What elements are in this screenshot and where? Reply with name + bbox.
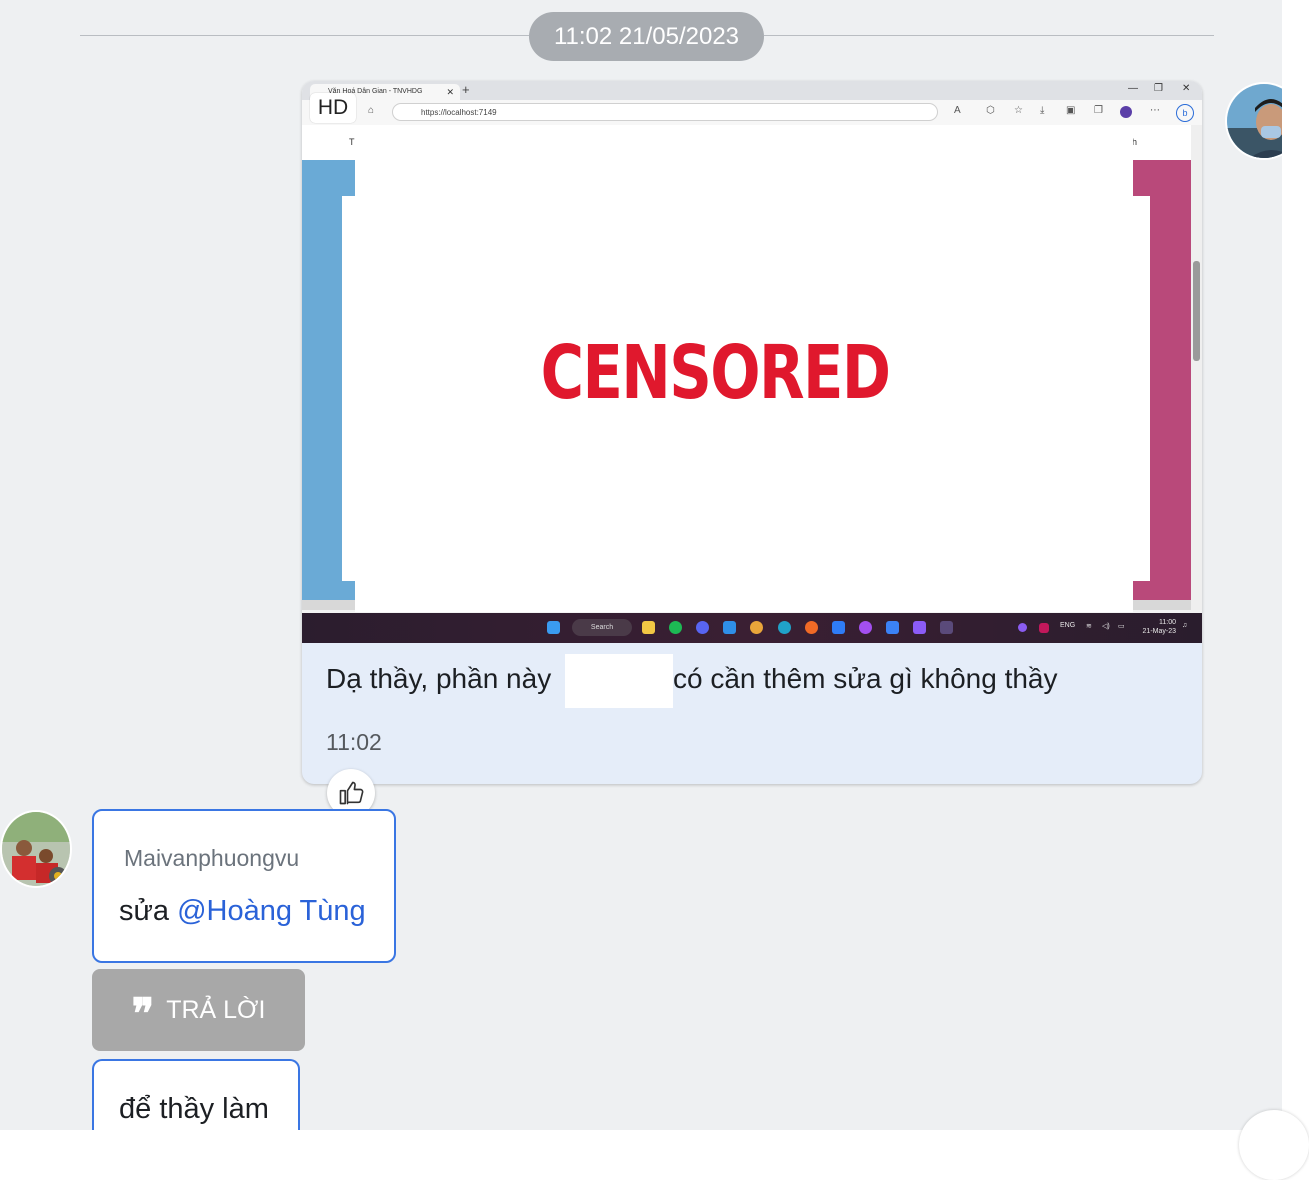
copy-icon: ❐: [1094, 105, 1103, 116]
sender-avatar[interactable]: [0, 810, 72, 888]
hd-badge: HD: [310, 93, 356, 123]
my-message-text: Dạ thầy, phần này có cần thêm sửa gì khô…: [326, 653, 1058, 708]
terminal-icon: [940, 621, 953, 634]
tray-app-icon: [1039, 623, 1049, 633]
screenshot-browser-tabbar: Văn Hoá Dân Gian - TNVHDG ✕ + — ❐ ✕: [302, 81, 1202, 100]
my-message-text-before: Dạ thầy, phần này: [326, 663, 552, 694]
my-avatar[interactable]: [1225, 82, 1282, 160]
screenshot-page-panel-right: [1132, 196, 1150, 581]
favorites-icon: ☆: [1014, 105, 1023, 116]
read-aloud-icon: A: [954, 105, 961, 116]
discord-icon: [696, 621, 709, 634]
download-icon: ⤓: [1040, 105, 1045, 116]
volume-icon: ◁): [1102, 623, 1110, 630]
profile-icon: [1120, 106, 1132, 118]
collections-icon: ▣: [1066, 105, 1076, 116]
edge-icon: [778, 621, 791, 634]
screenshot-scrollbar: [1191, 125, 1202, 610]
todo-icon: [886, 621, 899, 634]
my-message-time: 11:02: [326, 729, 382, 755]
reply-button-label: TRẢ LỜI: [166, 995, 266, 1024]
close-icon: ✕: [446, 87, 454, 97]
sender-avatar-image: [2, 812, 70, 886]
minimize-icon: —: [1128, 83, 1138, 94]
extensions-icon: ⬡: [986, 105, 995, 116]
vscode-icon: [723, 621, 736, 634]
tray-messenger-icon: [1018, 623, 1027, 632]
visual-studio-icon: [913, 621, 926, 634]
mention-link[interactable]: @Hoàng Tùng: [177, 895, 366, 927]
taskbar-clock: 11:00 21-May-23: [1136, 618, 1176, 636]
tray-language: ENG: [1060, 622, 1076, 629]
restore-icon: ❐: [1154, 83, 1163, 94]
windows-start-icon: [547, 621, 560, 634]
date-divider-line-right: [764, 35, 1214, 36]
screenshot-url: https://localhost:7149: [392, 103, 938, 121]
taskbar-search-label: Search: [590, 624, 614, 631]
spotify-icon: [669, 621, 682, 634]
reply-message-bubble[interactable]: Maivanphuongvu sửa @Hoàng Tùng: [92, 809, 396, 963]
next-message-text: để thầy làm: [119, 1093, 269, 1125]
date-divider-line-left: [80, 35, 529, 36]
reply-message-text: sửa @Hoàng Tùng: [119, 895, 366, 928]
screenshot-taskbar: Search ENG ≋ ◁) ▭ 11:00 21-May-23 ♫: [302, 613, 1202, 643]
file-explorer-icon: [642, 621, 655, 634]
page-scroll-gutter: [1282, 0, 1309, 1130]
screenshot-url-text: https://localhost:7149: [421, 108, 497, 117]
date-divider-label: 11:02 21/05/2023: [529, 12, 764, 61]
censored-label: CENSORED: [540, 330, 891, 416]
my-message-text-after: có cần thêm sửa gì không thầy: [672, 663, 1058, 694]
firefox-icon: [805, 621, 818, 634]
plus-icon: +: [462, 82, 470, 97]
home-icon: ⌂: [368, 105, 375, 116]
censored-overlay: CENSORED: [355, 125, 1133, 612]
sender-name[interactable]: Maivanphuongvu: [124, 845, 299, 872]
redacted-block: [564, 653, 673, 708]
reply-message-body: sửa: [119, 895, 170, 927]
next-message-bubble[interactable]: để thầy làm: [92, 1059, 300, 1130]
message-image[interactable]: Văn Hoá Dân Gian - TNVHDG ✕ + — ❐ ✕ ⌂ ht…: [302, 81, 1202, 643]
taskbar-search: Search: [572, 619, 632, 636]
notification-icon: ♫: [1182, 622, 1188, 629]
close-window-icon: ✕: [1182, 83, 1191, 94]
more-icon: ⋯: [1150, 105, 1160, 116]
scroll-down-button[interactable]: [1239, 1110, 1309, 1180]
my-avatar-image: [1227, 84, 1282, 158]
chat-area: 11:02 21/05/2023 Văn Hoá Dân Gian - TNVH…: [0, 0, 1282, 1130]
thumbs-up-icon: [339, 781, 364, 805]
quote-icon: ❞: [131, 989, 155, 1038]
messenger-icon: [859, 621, 872, 634]
my-message-card[interactable]: Văn Hoá Dân Gian - TNVHDG ✕ + — ❐ ✕ ⌂ ht…: [302, 81, 1202, 784]
taskbar-clock-time: 11:00: [1159, 619, 1176, 626]
screenshot-menu-left: T: [349, 137, 355, 147]
taskbar-clock-date: 21-May-23: [1142, 628, 1176, 635]
chrome-icon: [750, 621, 763, 634]
screenshot-address-bar: ⌂ https://localhost:7149 A ⬡ ☆ ⤓ ▣ ❐ ⋯ b: [302, 100, 1202, 125]
reply-button[interactable]: ❞ TRẢ LỜI: [92, 969, 305, 1051]
zalo-icon: [832, 621, 845, 634]
screenshot-scroll-thumb: [1193, 261, 1200, 361]
bing-icon: b: [1176, 104, 1194, 122]
wifi-icon: ≋: [1086, 623, 1092, 630]
battery-icon: ▭: [1118, 623, 1125, 630]
